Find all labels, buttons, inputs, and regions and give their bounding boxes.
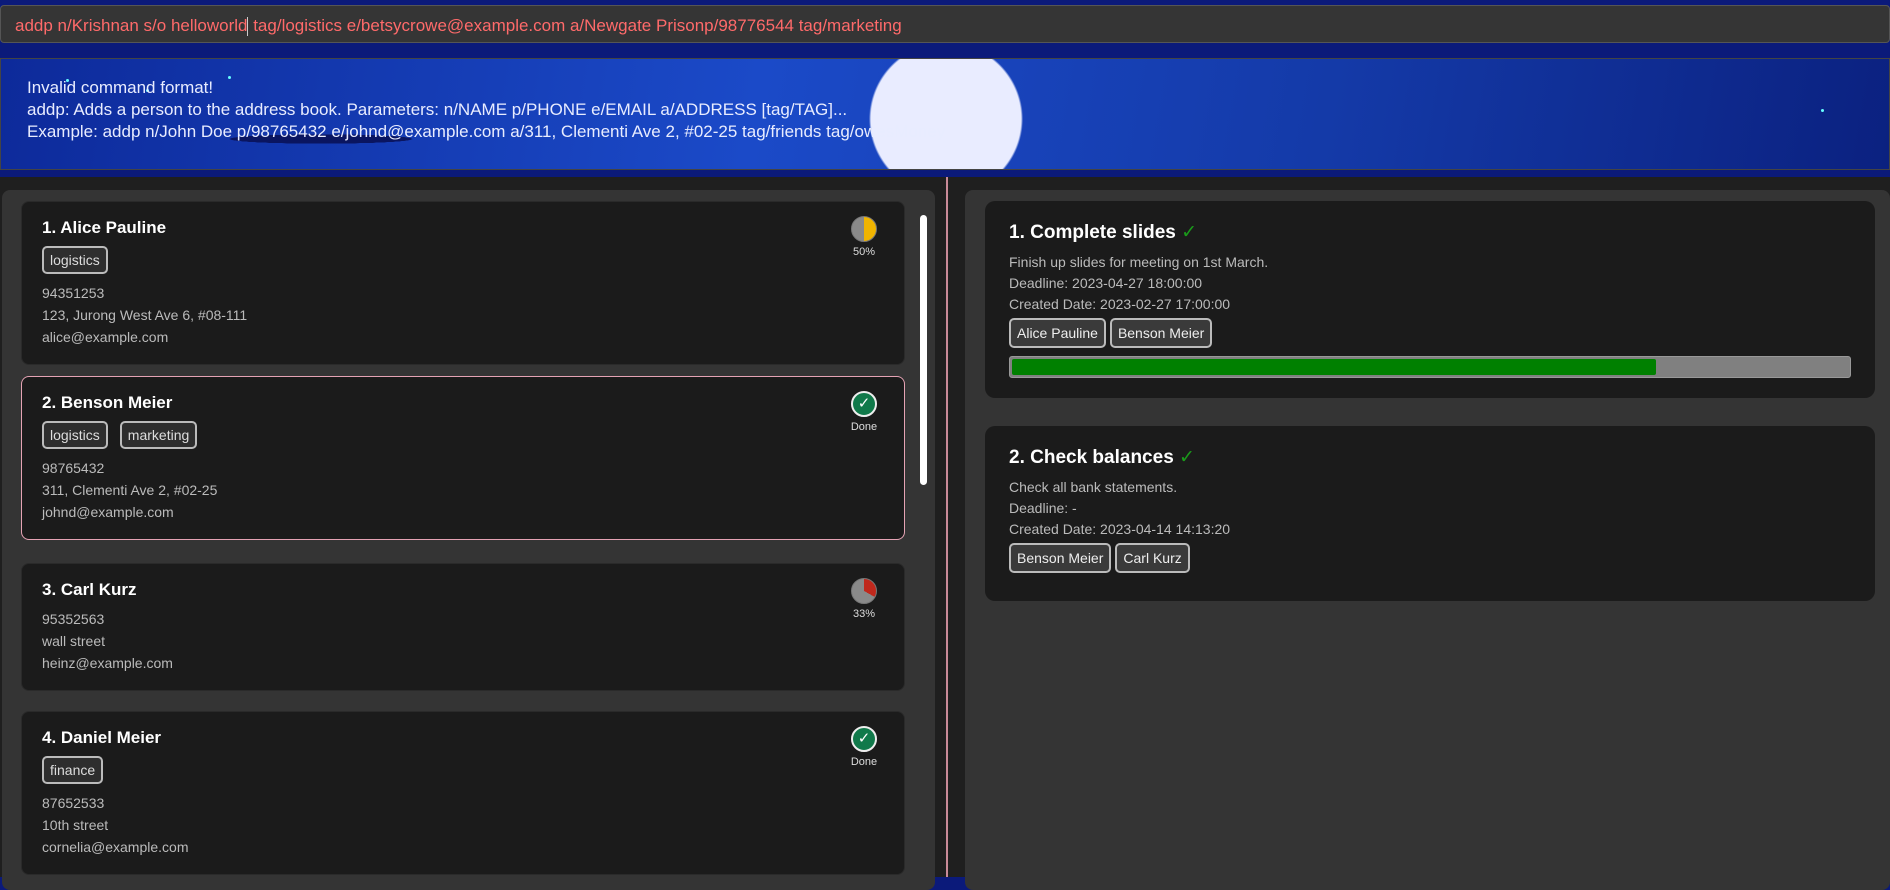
person-name: 1. Alice Pauline (42, 218, 167, 237)
done-check-icon: ✓ (851, 726, 877, 752)
tag: logistics (42, 246, 108, 274)
task-title: 1. Complete slides (1009, 222, 1176, 243)
person-email: heinz@example.com (42, 655, 173, 671)
result-line: addp: Adds a person to the address book.… (27, 100, 848, 119)
command-text-after: tag/logistics e/betsycrowe@example.com a… (248, 16, 902, 35)
progress-pie-icon (851, 578, 877, 604)
assignee-tag: Alice Pauline (1009, 318, 1106, 348)
result-line: Example: addp n/John Doe p/98765432 e/jo… (27, 122, 946, 141)
assignee-tag: Carl Kurz (1115, 543, 1190, 573)
tag: finance (42, 756, 104, 784)
person-status: 50% (852, 246, 876, 258)
person-status: Done (850, 756, 878, 768)
result-display: Invalid command format! addp: Adds a per… (0, 58, 1890, 170)
command-text-before: addp n/Krishnan s/o helloworld (15, 16, 248, 35)
person-card[interactable]: 2. Benson Meier logistics marketing 9876543… (21, 376, 905, 540)
person-address: 10th street (42, 817, 109, 833)
task-description: Check all bank statements. (1009, 479, 1178, 495)
person-card[interactable]: 4. Daniel Meier finance 87652533 10th stree… (21, 711, 905, 875)
assignee-tag: Benson Meier (1109, 318, 1213, 348)
tag: marketing (119, 421, 198, 449)
command-input[interactable]: addp n/Krishnan s/o helloworld tag/logis… (0, 5, 1890, 43)
person-email: johnd@example.com (42, 504, 174, 520)
person-address: 123, Jurong West Ave 6, #08-111 (42, 307, 248, 323)
person-address: 311, Clementi Ave 2, #02-25 (42, 482, 218, 498)
panel-divider[interactable] (946, 177, 948, 877)
task-list-panel: 1. Complete slides ✓ Finish up slides for… (965, 190, 1890, 890)
done-check-icon: ✓ (851, 391, 877, 417)
assignee-tag: Benson Meier (1009, 543, 1112, 573)
person-name: 3. Carl Kurz (42, 580, 137, 599)
scrollbar[interactable] (920, 215, 927, 485)
task-deadline: Deadline: 2023-04-27 18:00:00 (1009, 275, 1203, 291)
task-created: Created Date: 2023-02-27 17:00:00 (1009, 296, 1231, 312)
progress-fill (1012, 359, 1656, 375)
task-card[interactable]: 1. Complete slides ✓ Finish up slides for… (985, 201, 1875, 398)
tag: logistics (42, 421, 108, 449)
person-email: cornelia@example.com (42, 839, 189, 855)
person-email: alice@example.com (42, 329, 169, 345)
person-phone: 98765432 (42, 460, 105, 476)
person-phone: 94351253 (42, 285, 105, 301)
task-created: Created Date: 2023-04-14 14:13:20 (1009, 521, 1231, 537)
task-progress-bar (1009, 356, 1851, 378)
person-phone: 87652533 (42, 795, 105, 811)
person-status: Done (850, 421, 878, 433)
result-line: Invalid command format! (27, 78, 214, 97)
check-icon: ✓ (1181, 222, 1198, 243)
task-deadline: Deadline: - (1009, 500, 1077, 516)
person-card[interactable]: 3. Carl Kurz 95352563 wall street heinz@exa… (21, 563, 905, 691)
person-list-panel: 1. Alice Pauline logistics 94351253 123, Ju… (2, 190, 935, 890)
task-title: 2. Check balances (1009, 447, 1174, 468)
task-card[interactable]: 2. Check balances ✓ Check all bank statem… (985, 426, 1875, 601)
check-icon: ✓ (1179, 447, 1195, 468)
person-card[interactable]: 1. Alice Pauline logistics 94351253 123, Ju… (21, 201, 905, 365)
person-status: 33% (852, 608, 876, 620)
task-description: Finish up slides for meeting on 1st Marc… (1009, 254, 1269, 270)
progress-pie-icon (851, 216, 877, 242)
person-phone: 95352563 (42, 611, 105, 627)
person-name: 4. Daniel Meier (42, 728, 162, 747)
person-name: 2. Benson Meier (42, 393, 173, 412)
person-address: wall street (42, 633, 106, 649)
